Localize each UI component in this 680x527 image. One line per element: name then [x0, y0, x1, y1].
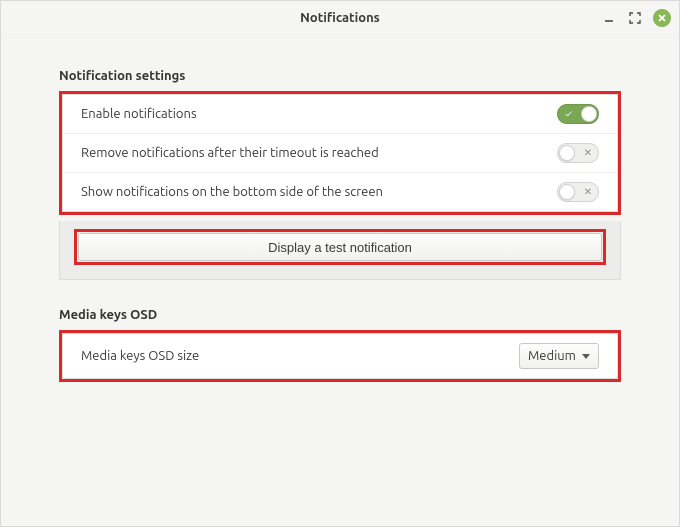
- window-title: Notifications: [300, 11, 380, 25]
- toggle-knob: [581, 106, 597, 122]
- row-label: Media keys OSD size: [81, 349, 199, 363]
- row-label: Show notifications on the bottom side of…: [81, 185, 383, 199]
- close-icon: [658, 14, 666, 22]
- highlight-media: Media keys OSD size Medium: [59, 330, 621, 382]
- close-button[interactable]: [653, 9, 671, 27]
- toggle-remove-after-timeout[interactable]: ✕: [557, 143, 599, 163]
- toggle-enable-notifications[interactable]: ✓: [557, 104, 599, 124]
- settings-window: Notifications Notifi: [0, 0, 680, 527]
- content-area: Notification settings Enable notificatio…: [1, 35, 679, 526]
- row-bottom-of-screen: Show notifications on the bottom side of…: [63, 173, 617, 211]
- window-controls: [601, 1, 671, 35]
- toggle-bottom-of-screen[interactable]: ✕: [557, 182, 599, 202]
- minimize-button[interactable]: [601, 10, 617, 26]
- row-label: Enable notifications: [81, 107, 197, 121]
- x-icon: ✕: [584, 148, 592, 158]
- maximize-button[interactable]: [627, 10, 643, 26]
- titlebar: Notifications: [1, 1, 679, 35]
- toggle-knob: [559, 184, 575, 200]
- highlight-notifications: Enable notifications ✓ Remove notificati…: [59, 91, 621, 215]
- maximize-icon: [629, 12, 641, 24]
- spacer: [59, 280, 621, 308]
- minimize-icon: [604, 13, 614, 23]
- notification-settings-list: Enable notifications ✓ Remove notificati…: [62, 94, 618, 212]
- media-osd-size-dropdown[interactable]: Medium: [519, 343, 599, 369]
- media-settings-list: Media keys OSD size Medium: [62, 333, 618, 379]
- highlight-test-button: Display a test notification: [74, 229, 606, 265]
- row-label: Remove notifications after their timeout…: [81, 146, 379, 160]
- chevron-down-icon: [582, 354, 590, 359]
- test-notification-panel: Display a test notification: [59, 221, 621, 280]
- dropdown-value: Medium: [528, 349, 576, 363]
- display-test-notification-button[interactable]: Display a test notification: [78, 233, 602, 261]
- section-title-notifications: Notification settings: [59, 69, 621, 83]
- row-media-osd-size: Media keys OSD size Medium: [63, 334, 617, 378]
- toggle-knob: [559, 145, 575, 161]
- row-enable-notifications: Enable notifications ✓: [63, 95, 617, 134]
- row-remove-after-timeout: Remove notifications after their timeout…: [63, 134, 617, 173]
- section-title-media: Media keys OSD: [59, 308, 621, 322]
- check-icon: ✓: [565, 109, 572, 119]
- x-icon: ✕: [584, 187, 592, 197]
